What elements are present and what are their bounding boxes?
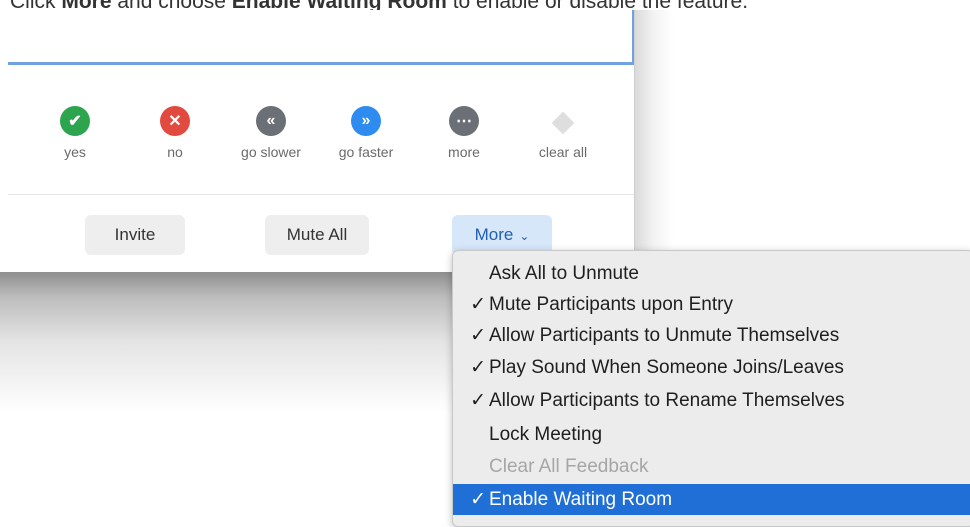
- mute-all-button[interactable]: Mute All: [265, 215, 369, 255]
- reaction-label: more: [448, 144, 480, 160]
- menu-item-allow-rename[interactable]: ✓ Allow Participants to Rename Themselves: [453, 385, 970, 416]
- reaction-go-slower[interactable]: « go slower: [236, 106, 306, 160]
- checkmark-icon: ✓: [470, 294, 486, 315]
- eraser-icon: [548, 106, 578, 136]
- checkmark-icon: ✓: [470, 357, 486, 378]
- checkmark-icon: ✓: [470, 489, 486, 510]
- reaction-label: yes: [64, 144, 86, 160]
- reaction-label: clear all: [538, 144, 588, 160]
- chevron-down-icon: ⌄: [519, 229, 530, 243]
- reaction-label: go slower: [241, 144, 301, 160]
- reaction-yes[interactable]: ✔ yes: [40, 106, 110, 160]
- reaction-label: no: [167, 144, 183, 160]
- panel-divider: [8, 194, 634, 195]
- fast-forward-icon: »: [351, 106, 381, 136]
- more-button[interactable]: More ⌄: [452, 215, 552, 255]
- panel-focus-bar-vertical: [632, 10, 634, 65]
- menu-item-play-sound[interactable]: ✓ Play Sound When Someone Joins/Leaves: [453, 352, 970, 383]
- menu-item-enable-waiting-room[interactable]: ✓ Enable Waiting Room: [453, 484, 970, 515]
- invite-button[interactable]: Invite: [85, 215, 185, 255]
- menu-item-clear-all-feedback: Clear All Feedback: [489, 455, 649, 477]
- menu-item-allow-unmute-themselves[interactable]: ✓ Allow Participants to Unmute Themselves: [453, 320, 970, 351]
- menu-item-mute-upon-entry[interactable]: ✓ Mute Participants upon Entry: [453, 289, 970, 320]
- more-dropdown-menu: Ask All to Unmute ✓ Mute Participants upo…: [452, 250, 970, 527]
- checkmark-icon: ✓: [470, 325, 486, 346]
- reaction-no[interactable]: ✕ no: [140, 106, 210, 160]
- reaction-clear-all[interactable]: clear all: [528, 106, 598, 160]
- close-icon: ✕: [160, 106, 190, 136]
- check-icon: ✔: [60, 106, 90, 136]
- participants-panel: ✔ yes ✕ no « go slower » go faster ⋯ mor…: [0, 10, 635, 272]
- reaction-more[interactable]: ⋯ more: [429, 106, 499, 160]
- reaction-go-faster[interactable]: » go faster: [331, 106, 401, 160]
- panel-focus-bar: [8, 62, 634, 65]
- checkmark-icon: ✓: [470, 390, 486, 411]
- ellipsis-icon: ⋯: [449, 106, 479, 136]
- rewind-icon: «: [256, 106, 286, 136]
- menu-item-lock-meeting[interactable]: Lock Meeting: [453, 419, 970, 450]
- menu-item-ask-all-to-unmute[interactable]: Ask All to Unmute: [453, 258, 970, 289]
- reaction-label: go faster: [338, 144, 394, 160]
